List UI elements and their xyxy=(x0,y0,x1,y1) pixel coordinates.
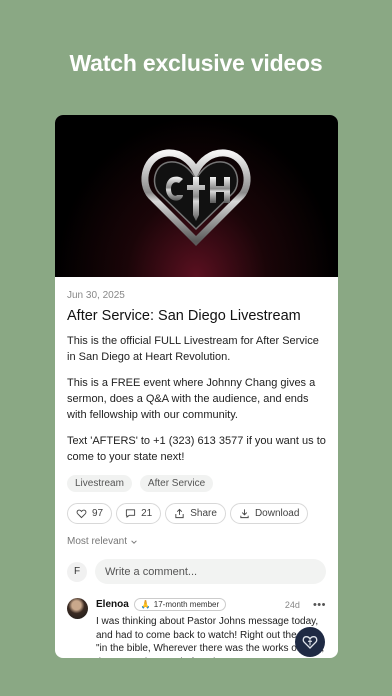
post-description: This is the official FULL Livestream for… xyxy=(67,333,326,465)
comments-button[interactable]: 21 xyxy=(116,503,162,524)
heart-logo-icon xyxy=(302,635,318,649)
comment-age: 24d xyxy=(284,599,300,610)
member-badge: 🙏 17-month member xyxy=(133,598,227,611)
member-badge-label: 17-month member xyxy=(153,600,220,609)
avatar[interactable] xyxy=(67,598,88,619)
video-thumbnail[interactable] xyxy=(55,115,338,277)
headline: Watch exclusive videos xyxy=(69,50,323,76)
tag-list: Livestream After Service xyxy=(67,475,326,492)
comment-text: I was thinking about Pastor Johns messag… xyxy=(96,616,324,658)
heart-logo xyxy=(141,149,251,246)
post-date: Jun 30, 2025 xyxy=(67,290,125,301)
comment-count: 21 xyxy=(141,508,153,519)
speech-bubble-icon xyxy=(126,509,136,518)
share-label: Share xyxy=(190,508,217,519)
comment-item: Elenoa 🙏 17-month member 24d ••• I was t… xyxy=(67,598,326,658)
description-paragraph: Text 'AFTERS' to +1 (323) 613 3577 if yo… xyxy=(67,435,326,463)
action-bar: 97 21 Share Download xyxy=(67,503,326,524)
sort-label: Most relevant xyxy=(67,536,128,547)
comment-input[interactable] xyxy=(95,559,326,584)
commenter-name[interactable]: Elenoa xyxy=(96,599,129,610)
heart-logo-button[interactable] xyxy=(295,627,325,657)
tag-after-service[interactable]: After Service xyxy=(139,475,214,492)
more-options-icon[interactable]: ••• xyxy=(313,599,326,611)
avatar: F xyxy=(67,561,87,582)
download-label: Download xyxy=(254,508,300,519)
chevron-down-icon xyxy=(131,539,137,544)
like-count: 97 xyxy=(92,508,104,519)
like-button[interactable]: 97 xyxy=(67,503,113,524)
description-paragraph: This is the official FULL Livestream for… xyxy=(67,335,319,363)
share-icon xyxy=(175,508,184,519)
heart-icon xyxy=(76,509,87,519)
description-paragraph: This is a FREE event where Johnny Chang … xyxy=(67,377,316,421)
share-button[interactable]: Share xyxy=(165,503,226,524)
post-card: Jun 30, 2025 After Service: San Diego Li… xyxy=(55,115,338,658)
download-button[interactable]: Download xyxy=(229,503,309,524)
praying-hands-icon: 🙏 xyxy=(140,600,151,609)
sort-dropdown[interactable]: Most relevant xyxy=(67,536,326,547)
post-title: After Service: San Diego Livestream xyxy=(67,308,301,324)
comment-composer: F xyxy=(67,559,326,584)
download-icon xyxy=(240,509,249,519)
tag-livestream[interactable]: Livestream xyxy=(67,475,132,492)
